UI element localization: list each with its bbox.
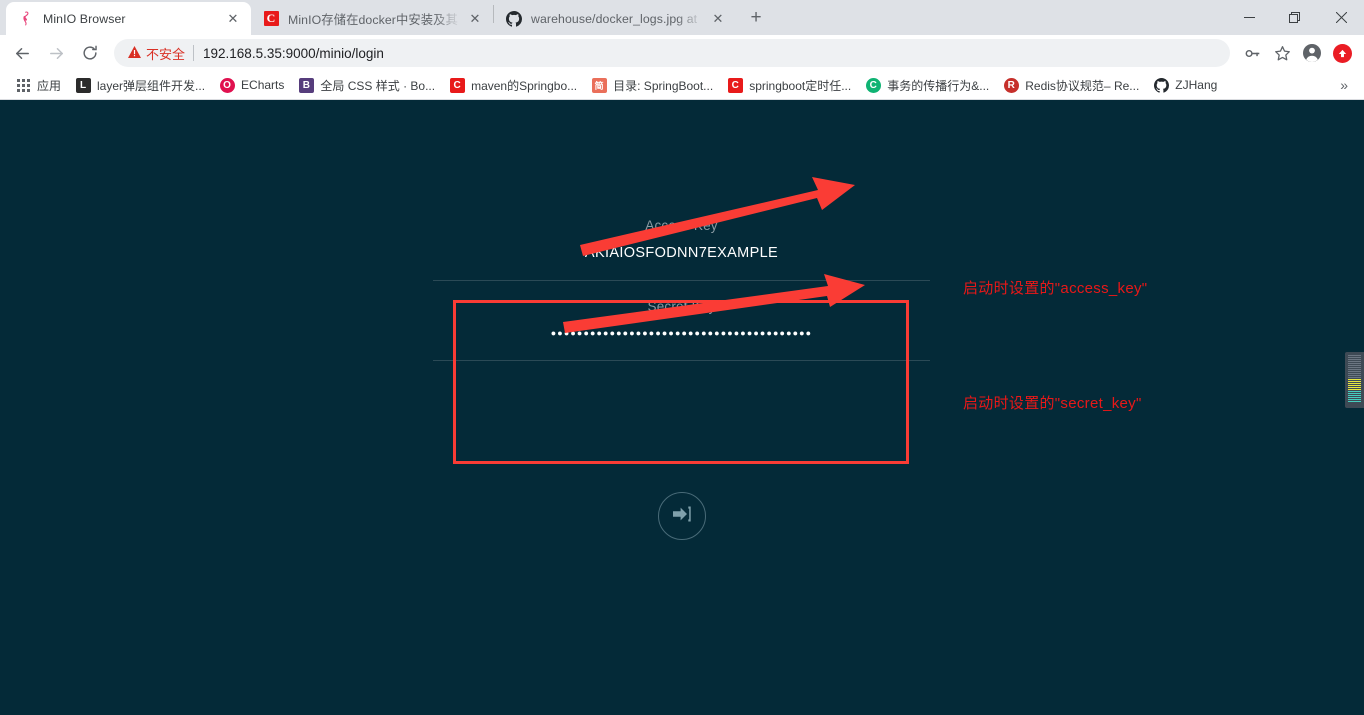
csdn-site-icon: C: [727, 77, 743, 93]
bookmark-item-bootstrap[interactable]: B 全局 CSS 样式 · Bo...: [291, 73, 442, 97]
csdn-icon: C: [263, 11, 279, 27]
maximize-restore-button[interactable]: [1272, 0, 1318, 35]
system-meter-gadget: [1345, 352, 1364, 408]
back-button[interactable]: [8, 39, 36, 67]
reload-button[interactable]: [76, 39, 104, 67]
jianshu-site-icon: 简: [591, 77, 607, 93]
profile-avatar-icon[interactable]: [1298, 39, 1326, 67]
address-bar[interactable]: 不安全 192.168.5.35:9000/minio/login: [114, 39, 1230, 67]
bookmark-item-layer[interactable]: L layer弹层组件开发...: [68, 73, 212, 97]
secret-key-field[interactable]: Secret Key ●●●●●●●●●●●●●●●●●●●●●●●●●●●●●…: [433, 281, 930, 361]
key-icon[interactable]: [1238, 39, 1266, 67]
echarts-site-icon: O: [219, 77, 235, 93]
warning-triangle-icon: [128, 46, 141, 60]
login-form: Access Key AKIAIOSFODNN7EXAMPLE Secret K…: [433, 200, 930, 361]
minio-login-page: Access Key AKIAIOSFODNN7EXAMPLE Secret K…: [0, 100, 1364, 715]
access-key-field[interactable]: Access Key AKIAIOSFODNN7EXAMPLE: [433, 200, 930, 281]
csdn-site-icon: C: [449, 77, 465, 93]
access-key-label: Access Key: [645, 218, 718, 233]
bookmark-item-springboot-catalog[interactable]: 简 目录: SpringBoot...: [584, 73, 720, 97]
tab-csdn-article[interactable]: C MinIO存储在docker中安装及其 ✕: [251, 2, 493, 35]
bootstrap-site-icon: B: [298, 77, 314, 93]
bookmark-star-icon[interactable]: [1268, 39, 1296, 67]
login-submit-button[interactable]: [658, 492, 706, 540]
bookmark-label: Redis协议规范– Re...: [1025, 78, 1140, 93]
cnblogs-site-icon: C: [865, 77, 881, 93]
extension-icon[interactable]: [1328, 39, 1356, 67]
bookmark-label: layer弹层组件开发...: [97, 78, 206, 93]
layer-site-icon: L: [75, 77, 91, 93]
apps-grid-icon: [15, 77, 31, 93]
secret-key-annotation: 启动时设置的"secret_key": [963, 395, 1142, 412]
login-arrow-icon: [670, 502, 694, 531]
tab-title: warehouse/docker_logs.jpg at: [531, 11, 698, 26]
browser-toolbar: 不安全 192.168.5.35:9000/minio/login: [0, 35, 1364, 71]
bookmark-label: ECharts: [241, 78, 285, 92]
tab-github-warehouse[interactable]: warehouse/docker_logs.jpg at ✕: [494, 2, 736, 35]
bookmark-apps[interactable]: 应用: [8, 73, 68, 97]
github-icon: [1153, 77, 1169, 93]
tab-title: MinIO Browser: [43, 11, 126, 26]
bookmark-label: ZJHang: [1175, 78, 1218, 92]
minio-flamingo-icon: [18, 11, 34, 27]
bookmark-item-echarts[interactable]: O ECharts: [212, 73, 291, 97]
tab-close-icon[interactable]: ✕: [465, 9, 485, 29]
github-icon: [506, 10, 522, 27]
bookmark-label: 事务的传播行为&...: [887, 78, 990, 93]
annotation-arrows: [563, 177, 865, 333]
minimize-button[interactable]: [1226, 0, 1272, 35]
bookmark-item-maven-springboot[interactable]: C maven的Springbo...: [442, 73, 584, 97]
bookmark-label: 目录: SpringBoot...: [613, 78, 714, 93]
tab-close-icon[interactable]: ✕: [708, 9, 728, 29]
bookmark-label: 全局 CSS 样式 · Bo...: [320, 78, 436, 93]
access-key-input[interactable]: AKIAIOSFODNN7EXAMPLE: [433, 233, 930, 280]
browser-window: MinIO Browser ✕ C MinIO存储在docker中安装及其 ✕ …: [0, 0, 1364, 715]
security-warning-label: 不安全: [146, 46, 186, 62]
tab-minio-browser[interactable]: MinIO Browser ✕: [6, 2, 251, 35]
access-key-annotation: 启动时设置的"access_key": [963, 280, 1148, 297]
bookmark-item-transaction[interactable]: C 事务的传播行为&...: [858, 73, 996, 97]
bookmark-item-redis-protocol[interactable]: R Redis协议规范– Re...: [996, 73, 1146, 97]
bookmark-label: 应用: [37, 78, 62, 93]
bookmarks-bar: 应用 L layer弹层组件开发... O ECharts B 全局 CSS 样…: [0, 71, 1364, 100]
tab-strip: MinIO Browser ✕ C MinIO存储在docker中安装及其 ✕ …: [0, 0, 1364, 35]
secret-key-label: Secret Key: [647, 299, 716, 314]
url-text: 192.168.5.35:9000/minio/login: [203, 45, 384, 61]
bookmark-item-springboot-task[interactable]: C springboot定时任...: [720, 73, 858, 97]
bookmark-item-zjhang[interactable]: ZJHang: [1146, 73, 1224, 97]
bookmark-label: maven的Springbo...: [471, 78, 578, 93]
secret-key-input[interactable]: ●●●●●●●●●●●●●●●●●●●●●●●●●●●●●●●●●●●●●●●●: [433, 314, 930, 360]
close-window-button[interactable]: [1318, 0, 1364, 35]
omnibox-divider: [193, 45, 195, 61]
tab-close-icon[interactable]: ✕: [223, 9, 243, 29]
bookmark-label: springboot定时任...: [749, 78, 852, 93]
window-controls: [1226, 0, 1364, 35]
new-tab-button[interactable]: +: [742, 4, 770, 32]
tab-title: MinIO存储在docker中安装及其: [288, 12, 458, 27]
forward-button[interactable]: [42, 39, 70, 67]
bookmarks-overflow-button[interactable]: »: [1332, 77, 1356, 93]
field-underline: [433, 360, 930, 361]
redis-site-icon: R: [1003, 77, 1019, 93]
